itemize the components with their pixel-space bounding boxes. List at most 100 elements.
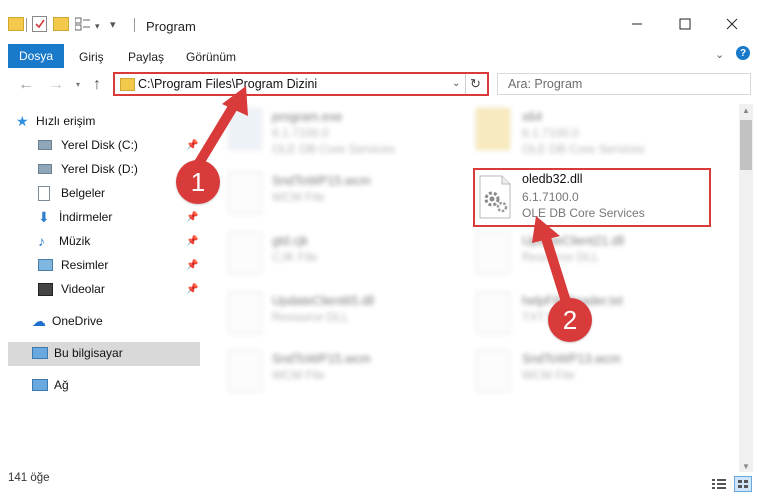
address-path[interactable]: C:\Program Files\Program Dizini <box>138 77 317 91</box>
dll-icon <box>228 292 262 334</box>
file-sub: OLE DB Core Services <box>522 142 645 156</box>
sidebar-item-label: OneDrive <box>52 314 103 328</box>
pin-icon[interactable]: 📌 <box>186 236 198 247</box>
file-name: SndToWP15.wcm <box>272 174 371 188</box>
sidebar-item-label: Ağ <box>54 378 69 392</box>
file-item[interactable] <box>228 350 262 392</box>
file-name: UpdateClient21.dll <box>522 234 625 248</box>
file-item[interactable] <box>476 350 510 392</box>
highlight-box <box>473 168 711 227</box>
folder-icon <box>8 17 24 31</box>
scroll-down-icon[interactable]: ▼ <box>742 462 750 471</box>
customize-icon[interactable] <box>74 17 90 31</box>
step-marker-2: 2 <box>548 298 592 342</box>
ribbon <box>0 40 769 69</box>
minimize-icon <box>632 23 642 25</box>
file-sub: WCM File <box>522 368 575 382</box>
maximize-button[interactable] <box>665 10 705 38</box>
file-item[interactable] <box>476 232 510 274</box>
close-button[interactable] <box>712 10 752 38</box>
tab-home[interactable]: Giriş <box>79 50 104 64</box>
sidebar-item-videos[interactable]: Videolar <box>38 278 105 300</box>
sidebar-item-label: Belgeler <box>61 186 106 200</box>
file-name: SndToWP15.wcm <box>272 352 371 366</box>
sidebar-item-documents[interactable]: Belgeler <box>38 182 105 204</box>
file-name: SndToWP13.wcm <box>522 352 621 366</box>
file-name: x64 <box>522 110 543 124</box>
videos-icon <box>38 282 53 296</box>
sidebar-item-label: Yerel Disk (C:) <box>61 138 138 152</box>
file-item[interactable] <box>228 108 262 150</box>
file-icon <box>228 172 262 214</box>
tab-view[interactable]: Görünüm <box>186 50 236 64</box>
scroll-up-icon[interactable]: ▲ <box>742 106 750 115</box>
separator <box>134 18 135 32</box>
tiles-view-icon[interactable] <box>734 476 752 492</box>
folder-icon <box>476 108 510 150</box>
pin-icon[interactable]: 📌 <box>186 212 198 223</box>
drive-icon <box>38 164 52 174</box>
file-sub: OLE DB Core Services <box>272 142 395 156</box>
tab-file[interactable]: Dosya <box>8 44 64 68</box>
network-icon <box>32 379 48 391</box>
forward-button[interactable]: → <box>48 76 64 94</box>
recent-dropdown-icon[interactable]: ▾ <box>76 80 80 89</box>
sidebar-item-onedrive[interactable]: ☁ OneDrive <box>32 310 103 332</box>
ribbon-expand-icon[interactable]: ⌄ <box>715 48 724 61</box>
sidebar-item-quick-access[interactable]: ★ Hızlı erişim <box>16 110 95 132</box>
file-sub: WCM File <box>272 190 325 204</box>
file-item[interactable] <box>228 172 262 214</box>
back-button[interactable]: ← <box>18 76 34 94</box>
file-icon <box>228 350 262 392</box>
properties-icon[interactable] <box>32 16 47 32</box>
file-item[interactable] <box>476 292 510 334</box>
details-view-icon[interactable] <box>712 478 726 490</box>
file-sub: 6.1.7100.0 <box>272 126 329 140</box>
file-icon <box>476 350 510 392</box>
chevron-down-icon[interactable]: ▾ <box>95 21 100 32</box>
pin-icon[interactable]: 📌 <box>186 284 198 295</box>
music-icon: ♪ <box>38 233 45 249</box>
sidebar-item-this-pc[interactable]: Bu bilgisayar <box>32 342 123 364</box>
sidebar-item-network[interactable]: Ağ <box>32 374 69 396</box>
up-button[interactable]: ↑ <box>93 76 101 94</box>
tab-share[interactable]: Paylaş <box>128 50 164 64</box>
qa-dropdown-icon[interactable]: ▾ <box>110 18 116 31</box>
file-sub: Resource DLL <box>272 310 349 324</box>
file-name: program.exe <box>272 110 343 124</box>
sidebar-item-pictures[interactable]: Resimler <box>38 254 108 276</box>
sidebar-item-disk-d[interactable]: Yerel Disk (D:) <box>38 158 138 180</box>
star-icon: ★ <box>16 112 29 129</box>
pin-icon[interactable]: 📌 <box>186 260 198 271</box>
status-bar <box>0 476 769 501</box>
file-item[interactable] <box>228 232 262 274</box>
sidebar-item-music[interactable]: ♪ Müzik <box>38 230 90 252</box>
sidebar-item-label: Yerel Disk (D:) <box>61 162 138 176</box>
sidebar-item-label: Hızlı erişim <box>36 114 96 128</box>
sidebar-item-label: Resimler <box>61 258 109 272</box>
drive-icon <box>38 140 52 150</box>
file-name: UpdateClient65.dll <box>272 294 375 308</box>
pin-icon[interactable]: 📌 <box>186 140 198 151</box>
file-item[interactable] <box>476 108 510 150</box>
sidebar-item-label: İndirmeler <box>59 210 113 224</box>
address-dropdown-icon[interactable]: ⌄ <box>452 78 460 89</box>
file-item[interactable] <box>228 292 262 334</box>
file-name: gtd.cjk <box>272 234 309 248</box>
refresh-icon: ↻ <box>470 76 481 91</box>
sidebar-item-downloads[interactable]: ⬇ İndirmeler <box>38 206 112 228</box>
search-input[interactable]: Ara: Program <box>508 77 582 91</box>
cloud-icon: ☁ <box>32 312 46 329</box>
new-folder-icon[interactable] <box>53 17 69 31</box>
window-title: Program <box>146 19 196 34</box>
minimize-button[interactable] <box>617 10 657 38</box>
file-sub: CJK File <box>272 250 318 264</box>
sidebar-item-disk-c[interactable]: Yerel Disk (C:) <box>38 134 138 156</box>
file-sub: Resource DLL <box>522 250 599 264</box>
refresh-button[interactable]: ↻ <box>470 76 481 92</box>
pictures-icon <box>38 259 53 271</box>
scrollbar-thumb[interactable] <box>740 120 752 170</box>
item-count: 141 öğe <box>8 472 50 484</box>
file-icon <box>476 292 510 334</box>
help-icon[interactable]: ? <box>736 46 750 60</box>
